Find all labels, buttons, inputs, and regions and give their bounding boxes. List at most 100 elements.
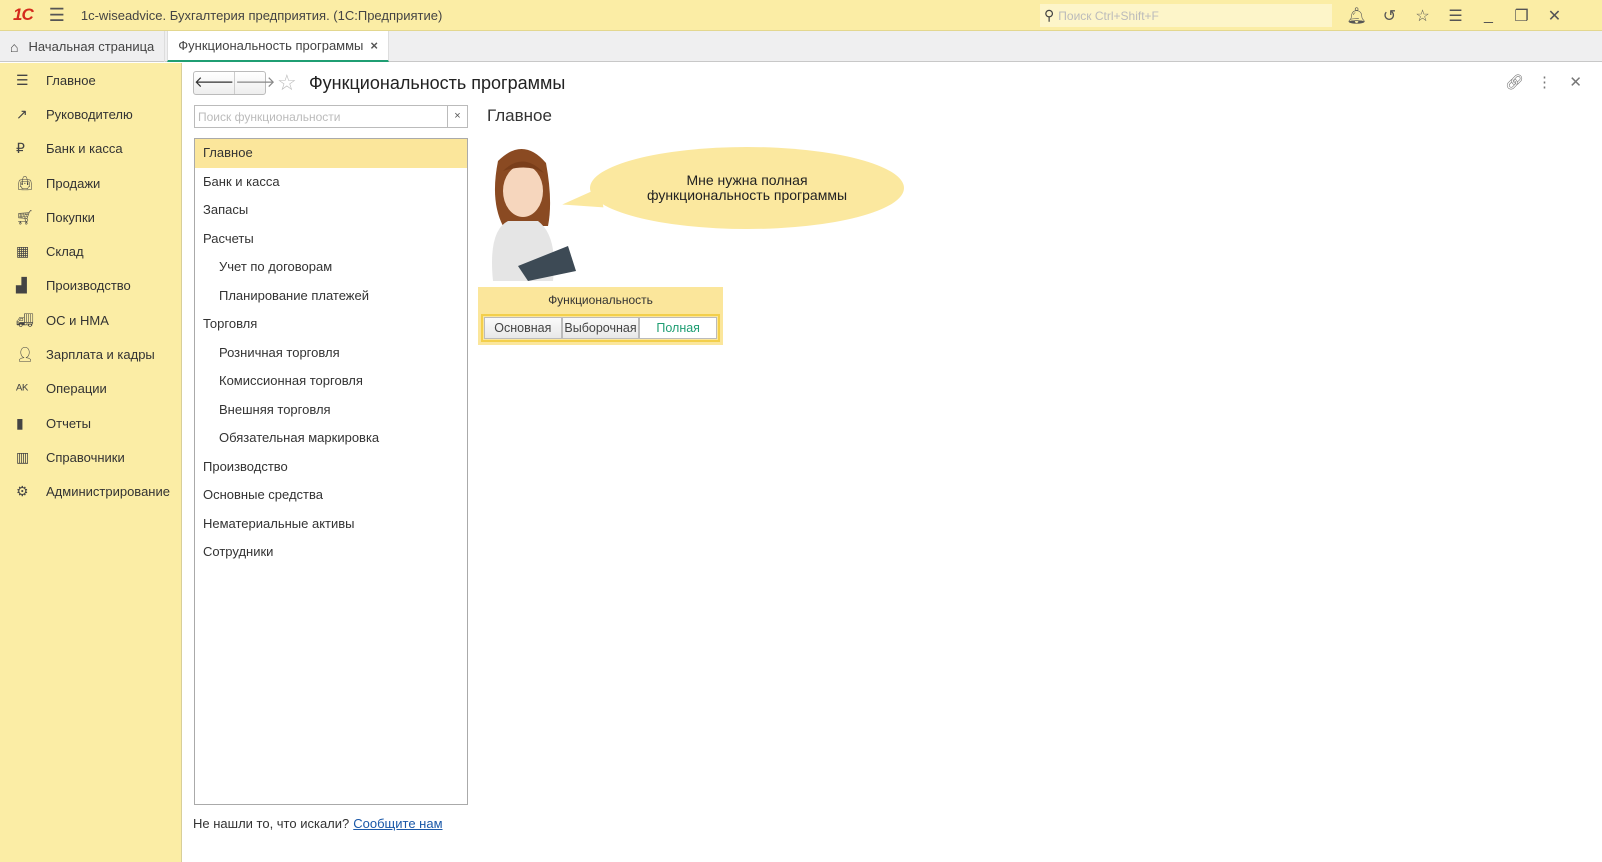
list-item[interactable]: Сотрудники (195, 538, 467, 567)
list-item[interactable]: Учет по договорам (195, 253, 467, 282)
functionality-search: × (194, 105, 468, 128)
tab-home[interactable]: ⌂ Начальная страница (0, 31, 166, 62)
sidebar: ☰ Главное ↗ Руководителю ₽ Банк и касса 👜︎ Прод… (0, 63, 182, 862)
filter-icon[interactable]: ☰ (1439, 6, 1472, 26)
sidebar-item-3[interactable]: 👜︎ Продажи (0, 166, 181, 200)
1c-logo-icon: 1С (13, 5, 34, 24)
functionality-group: Функциональность Основная Выборочная Полна… (478, 287, 723, 345)
sidebar-item-6[interactable]: ▟ Производство (0, 269, 181, 303)
sidebar-item-label: ОС и НМА (46, 312, 109, 328)
functionality-label: Функциональность (548, 293, 653, 307)
main-content: 🡐🡒 ☆ Функциональность программы 🔗︎ ⋮ ✕ ×… (182, 63, 1602, 862)
sidebar-item-11[interactable]: ▥ Справочники (0, 440, 181, 474)
functionality-search-input[interactable] (195, 106, 447, 127)
sidebar-item-label: Операции (46, 381, 107, 397)
sidebar-item-label: Справочники (46, 449, 125, 465)
tab-functionality[interactable]: Функциональность программы × (167, 31, 389, 62)
option-button[interactable]: Выборочная (561, 317, 640, 339)
bell-icon[interactable]: 🔔︎ (1340, 6, 1373, 26)
chart-icon: ▮ (16, 414, 24, 431)
sidebar-item-10[interactable]: ▮ Отчеты (0, 406, 181, 440)
report-link[interactable]: Сообщите нам (353, 816, 442, 831)
global-search-placeholder: Поиск Ctrl+Shift+F (1058, 8, 1159, 23)
back-button[interactable]: 🡐 (194, 72, 234, 94)
sidebar-item-label: Отчеты (46, 415, 91, 431)
tab-label: Начальная страница (28, 39, 155, 54)
sidebar-item-9[interactable]: ᴬᴷ Операции (0, 372, 181, 406)
sidebar-item-label: Зарплата и кадры (46, 347, 155, 363)
list-item[interactable]: Планирование платежей (195, 282, 467, 311)
trend-icon: ↗ (16, 105, 28, 122)
gear-icon: ⚙ (16, 483, 29, 500)
speech-bubble: Мне нужна полная функциональность програм… (590, 147, 904, 229)
favorite-star-icon[interactable]: ☆ (277, 70, 297, 96)
option-button[interactable]: Основная (484, 317, 562, 339)
close-icon[interactable]: ✕ (1538, 6, 1571, 26)
sidebar-item-label: Руководителю (46, 106, 133, 122)
warehouse-icon: ▦ (16, 243, 30, 260)
list-item[interactable]: Обязательная маркировка (195, 424, 467, 453)
ruble-icon: ₽ (16, 140, 25, 157)
list-item[interactable]: Запасы (195, 196, 467, 225)
minimize-icon[interactable]: _ (1472, 7, 1505, 25)
app-title: 1c-wiseadvice. Бухгалтерия предприятия. … (80, 7, 443, 23)
sidebar-item-5[interactable]: ▦ Склад (0, 234, 181, 268)
footer-text: Не нашли то, что искали? (193, 816, 350, 831)
truck-icon: 🚚︎ (16, 311, 34, 328)
link-icon[interactable]: 🔗︎ (1505, 73, 1524, 91)
sidebar-item-1[interactable]: ↗ Руководителю (0, 97, 181, 131)
list-item[interactable]: Комиссионная торговля (195, 367, 467, 396)
sidebar-item-label: Покупки (46, 209, 95, 225)
sidebar-item-label: Производство (46, 278, 131, 294)
list-item[interactable]: Главное (195, 139, 467, 168)
section-list: Главное Банк и касса Запасы Расчеты Учет по … (194, 138, 468, 805)
menu-icon: ☰ (16, 71, 29, 88)
title-bar: 1С ☰ 1c-wiseadvice. Бухгалтерия предприя… (0, 0, 1602, 31)
bubble-line-2: функциональность программы (646, 187, 848, 203)
functionality-selector: Основная Выборочная Полная (481, 314, 720, 342)
sidebar-item-label: Продажи (46, 175, 101, 191)
option-button[interactable]: Полная (639, 317, 718, 339)
more-icon[interactable]: ⋮ (1537, 73, 1552, 91)
restore-icon[interactable]: ❐ (1505, 6, 1538, 26)
home-icon: ⌂ (10, 38, 19, 55)
sidebar-item-0[interactable]: ☰ Главное (0, 63, 181, 97)
factory-icon: ▟ (16, 277, 27, 294)
tab-bar: ⌂ Начальная страница Функциональность про… (0, 31, 1602, 62)
star-icon[interactable]: ☆ (1406, 6, 1439, 26)
clear-search-button[interactable]: × (447, 106, 467, 127)
page-title: Функциональность программы (309, 73, 566, 93)
list-item[interactable]: Нематериальные активы (195, 510, 467, 539)
menu-icon[interactable]: ☰ (49, 5, 65, 26)
search-icon: ⚲ (1044, 7, 1055, 23)
list-item[interactable]: Основные средства (195, 481, 467, 510)
list-item[interactable]: Внешняя торговля (195, 396, 467, 425)
forward-button[interactable]: 🡒 (234, 72, 275, 94)
section-title: Главное (487, 106, 552, 125)
books-icon: ▥ (16, 448, 30, 465)
sidebar-item-label: Главное (46, 72, 96, 88)
close-tab-icon[interactable]: × (370, 38, 378, 53)
tab-label: Функциональность программы (178, 38, 364, 53)
person-icon: 👤︎ (16, 346, 34, 363)
list-item[interactable]: Расчеты (195, 225, 467, 254)
bubble-line-1: Мне нужна полная (686, 172, 808, 188)
dt-kt-icon: ᴬᴷ (16, 380, 29, 397)
cart-icon: 🛒︎ (16, 208, 34, 225)
sidebar-item-7[interactable]: 🚚︎ ОС и НМА (0, 303, 181, 337)
sidebar-item-2[interactable]: ₽ Банк и касса (0, 132, 181, 166)
sidebar-item-label: Склад (46, 244, 84, 260)
sidebar-item-4[interactable]: 🛒︎ Покупки (0, 200, 181, 234)
close-form-icon[interactable]: ✕ (1569, 73, 1582, 91)
list-item[interactable]: Производство (195, 453, 467, 482)
bag-icon: 👜︎ (16, 174, 34, 191)
list-item[interactable]: Торговля (195, 310, 467, 339)
sidebar-item-8[interactable]: 👤︎ Зарплата и кадры (0, 337, 181, 371)
nav-buttons: 🡐 🡒 (193, 71, 275, 95)
global-search[interactable]: ⚲ Поиск Ctrl+Shift+F (1040, 4, 1332, 27)
history-icon[interactable]: ↺ (1373, 6, 1406, 26)
sidebar-item-12[interactable]: ⚙ Администрирование (0, 475, 181, 509)
list-item[interactable]: Банк и касса (195, 168, 467, 197)
footer: Не нашли то, что искали? Сообщите нам (193, 816, 443, 831)
list-item[interactable]: Розничная торговля (195, 339, 467, 368)
